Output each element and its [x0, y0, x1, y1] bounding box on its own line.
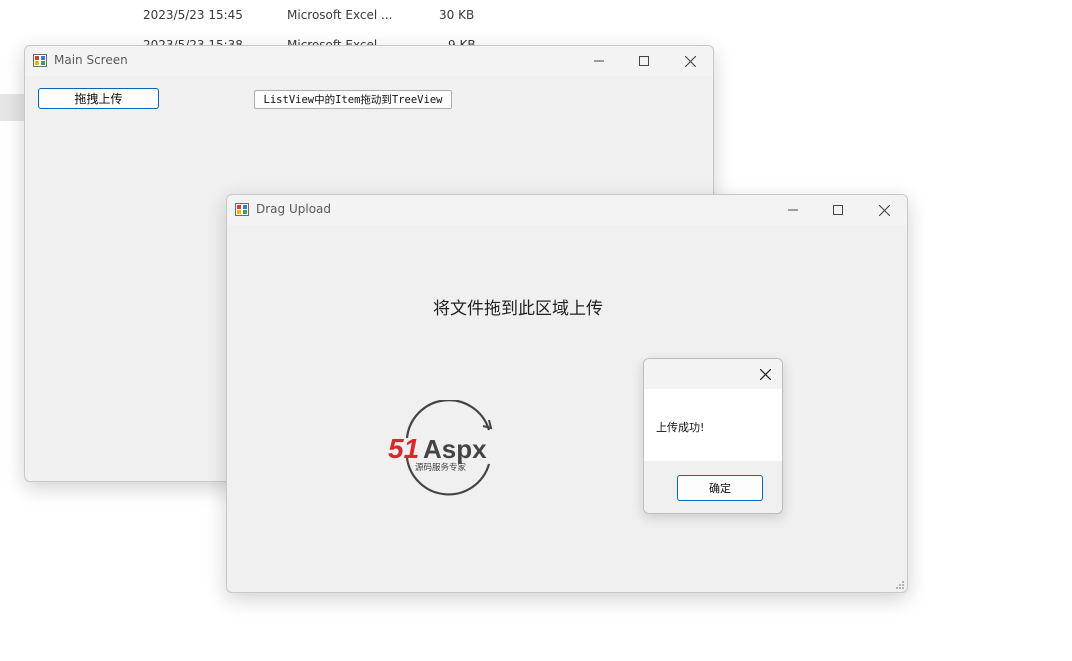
upload-success-dialog: 上传成功! 确定	[643, 358, 783, 514]
window-title: Drag Upload	[256, 202, 332, 216]
file-size: 30 KB	[439, 8, 475, 22]
dialog-message: 上传成功!	[656, 421, 705, 434]
resize-grip-icon[interactable]	[895, 580, 905, 590]
main-screen-titlebar[interactable]: Main Screen	[25, 46, 713, 76]
dialog-footer: 确定	[644, 461, 782, 513]
file-type: Microsoft Excel ...	[287, 8, 393, 22]
drop-area-label: 将文件拖到此区域上传	[433, 299, 603, 319]
close-icon	[684, 55, 696, 67]
explorer-selection-highlight	[0, 94, 25, 121]
51aspx-logo: 51 Aspx 源码服务专家	[388, 400, 493, 496]
maximize-icon	[833, 205, 843, 215]
drag-upload-titlebar[interactable]: Drag Upload	[227, 195, 907, 225]
minimize-button[interactable]	[770, 195, 816, 225]
logo-text-51: 51	[388, 433, 419, 464]
app-icon	[33, 54, 47, 67]
maximize-button[interactable]	[621, 46, 667, 76]
dialog-close-button[interactable]	[750, 359, 780, 389]
minimize-button[interactable]	[576, 46, 622, 76]
drag-upload-button[interactable]: 拖拽上传	[38, 88, 159, 109]
logo-tagline: 源码服务专家	[415, 462, 467, 473]
ok-button[interactable]: 确定	[677, 475, 763, 501]
close-button[interactable]	[861, 195, 907, 225]
explorer-row-1[interactable]: 2023/5/23 15:45 Microsoft Excel ... 30 K…	[0, 8, 600, 24]
listview-to-treeview-button[interactable]: ListView中的Item拖动到TreeView	[254, 90, 452, 109]
minimize-icon	[788, 209, 798, 211]
minimize-icon	[594, 60, 604, 62]
close-button[interactable]	[667, 46, 713, 76]
drag-upload-window: Drag Upload 将文件拖到此区域上传 51 Aspx 源码服务专家	[226, 194, 908, 593]
maximize-button[interactable]	[815, 195, 861, 225]
window-title: Main Screen	[54, 53, 128, 67]
logo-text-aspx: Aspx	[423, 434, 487, 464]
app-icon	[235, 203, 249, 216]
maximize-icon	[639, 56, 649, 66]
logo-ring	[405, 400, 491, 439]
close-icon	[759, 368, 771, 380]
close-icon	[878, 204, 890, 216]
file-date: 2023/5/23 15:45	[143, 8, 243, 22]
